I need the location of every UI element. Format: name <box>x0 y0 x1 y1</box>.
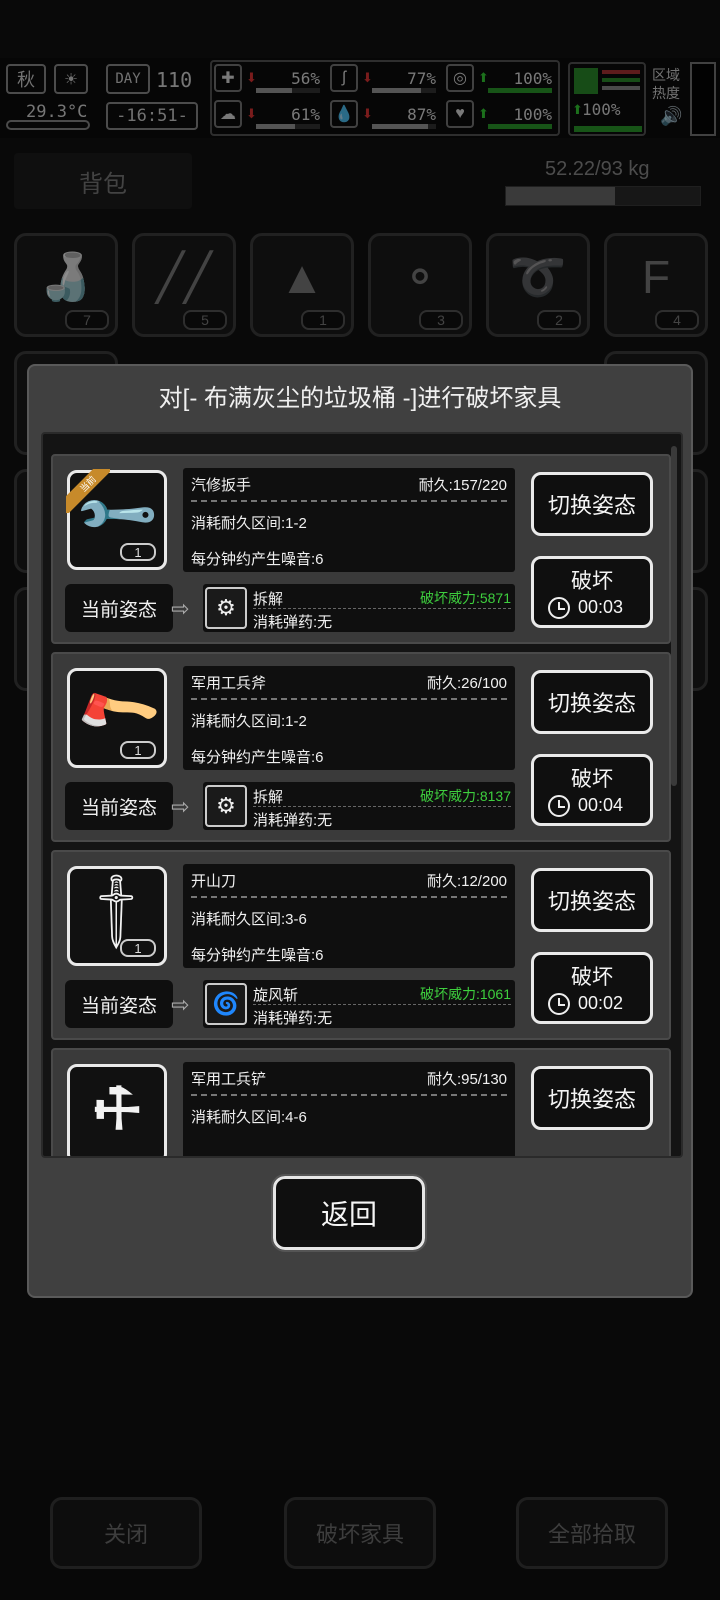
ammo-cost: 消耗弹药:无 <box>253 812 333 829</box>
break-button[interactable]: 破坏 00:04 <box>531 754 653 826</box>
durability-cost: 消耗耐久区间:1-2 <box>191 713 307 730</box>
switch-stance-button[interactable]: 切换姿态 <box>531 472 653 536</box>
tool-info: 军用工兵铲 耐久:95/130 消耗耐久区间:4-6 <box>183 1062 515 1156</box>
current-stance-label: 当前姿态 <box>65 782 173 830</box>
return-button[interactable]: 返回 <box>271 1174 427 1252</box>
tool-card: 🪓 1 军用工兵斧 耐久:26/100 消耗耐久区间:1-2 每分钟约产生噪音:… <box>51 652 671 842</box>
stance-info: ⚙ 拆解 破坏威力:5871 消耗弹药:无 <box>203 584 515 632</box>
arrow-right-icon: ⇨ <box>171 596 190 621</box>
break-time: 00:04 <box>578 795 624 815</box>
whirlwind-icon: 🌀 <box>205 983 247 1025</box>
tool-info: 开山刀 耐久:12/200 消耗耐久区间:3-6 每分钟约产生噪音:6 <box>183 864 515 968</box>
tools-gear-icon: ⚙ <box>205 785 247 827</box>
noise-rate: 每分钟约产生噪音:6 <box>191 551 324 568</box>
tool-slot[interactable]: 当前 🔧 1 <box>66 469 167 570</box>
noise-rate: 每分钟约产生噪音:6 <box>191 947 324 964</box>
break-button[interactable]: 破坏 00:03 <box>531 556 653 628</box>
tool-slot[interactable]: 🗡 1 <box>67 865 167 966</box>
tools-gear-icon: ⚙ <box>205 587 247 629</box>
tool-name: 军用工兵斧 <box>191 675 267 692</box>
tool-name: 开山刀 <box>191 873 237 890</box>
stance-info: ⚙ 拆解 破坏威力:8137 消耗弹药:无 <box>203 782 515 830</box>
stance-name: 拆解 <box>253 591 284 608</box>
switch-stance-button[interactable]: 切换姿态 <box>531 1066 653 1130</box>
tool-info: 军用工兵斧 耐久:26/100 消耗耐久区间:1-2 每分钟约产生噪音:6 <box>183 666 515 770</box>
destroy-furniture-dialog: 对[- 布满灰尘的垃圾桶 -]进行破坏家具 当前 🔧 1 汽修扳手 耐久:157… <box>27 364 693 1298</box>
durability-cost: 消耗耐久区间:4-6 <box>191 1109 307 1126</box>
destroy-power: 破坏威力:5871 <box>419 590 511 606</box>
destroy-power: 破坏威力:8137 <box>419 788 511 804</box>
durability-cost: 消耗耐久区间:1-2 <box>191 515 307 532</box>
clock-icon <box>548 993 570 1015</box>
tool-slot[interactable]: ⚒ <box>67 1064 167 1156</box>
stance-name: 旋风斩 <box>253 987 299 1004</box>
switch-stance-button[interactable]: 切换姿态 <box>531 868 653 932</box>
tool-card: 当前 🔧 1 汽修扳手 耐久:157/220 消耗耐久区间:1-2 每分钟约产生… <box>51 454 671 644</box>
arrow-right-icon: ⇨ <box>171 794 190 819</box>
tool-name: 汽修扳手 <box>191 477 252 494</box>
tool-name: 军用工兵铲 <box>191 1071 267 1088</box>
clock-icon <box>548 795 570 817</box>
tool-durability: 耐久:26/100 <box>426 675 507 692</box>
ammo-cost: 消耗弹药:无 <box>253 1010 333 1027</box>
tool-card: 🗡 1 开山刀 耐久:12/200 消耗耐久区间:3-6 每分钟约产生噪音:6 … <box>51 850 671 1040</box>
ammo-cost: 消耗弹药:无 <box>253 614 333 631</box>
tool-slot[interactable]: 🪓 1 <box>67 668 167 768</box>
tool-list[interactable]: 当前 🔧 1 汽修扳手 耐久:157/220 消耗耐久区间:1-2 每分钟约产生… <box>41 432 683 1158</box>
dialog-title: 对[- 布满灰尘的垃圾桶 -]进行破坏家具 <box>158 385 562 412</box>
break-time: 00:03 <box>578 597 624 617</box>
noise-rate: 每分钟约产生噪音:6 <box>191 749 324 766</box>
tool-durability: 耐久:95/130 <box>426 1071 507 1088</box>
tool-durability: 耐久:12/200 <box>426 873 507 890</box>
stance-info: 🌀 旋风斩 破坏威力:1061 消耗弹药:无 <box>203 980 515 1028</box>
current-stance-label: 当前姿态 <box>65 980 173 1028</box>
destroy-power: 破坏威力:1061 <box>419 986 511 1002</box>
current-stance-label: 当前姿态 <box>65 584 173 632</box>
arrow-right-icon: ⇨ <box>171 992 190 1017</box>
tool-info: 汽修扳手 耐久:157/220 消耗耐久区间:1-2 每分钟约产生噪音:6 <box>183 468 515 572</box>
tool-card: ⚒ 军用工兵铲 耐久:95/130 消耗耐久区间:4-6 切换姿态 <box>51 1048 671 1156</box>
shovel-icon: ⚒ <box>79 1071 156 1148</box>
tool-durability: 耐久:157/220 <box>418 477 507 494</box>
switch-stance-button[interactable]: 切换姿态 <box>531 670 653 734</box>
scrollbar[interactable] <box>671 446 677 786</box>
clock-icon <box>548 597 570 619</box>
stance-name: 拆解 <box>253 789 284 806</box>
break-button[interactable]: 破坏 00:02 <box>531 952 653 1024</box>
durability-cost: 消耗耐久区间:3-6 <box>191 911 307 928</box>
break-time: 00:02 <box>578 993 624 1013</box>
